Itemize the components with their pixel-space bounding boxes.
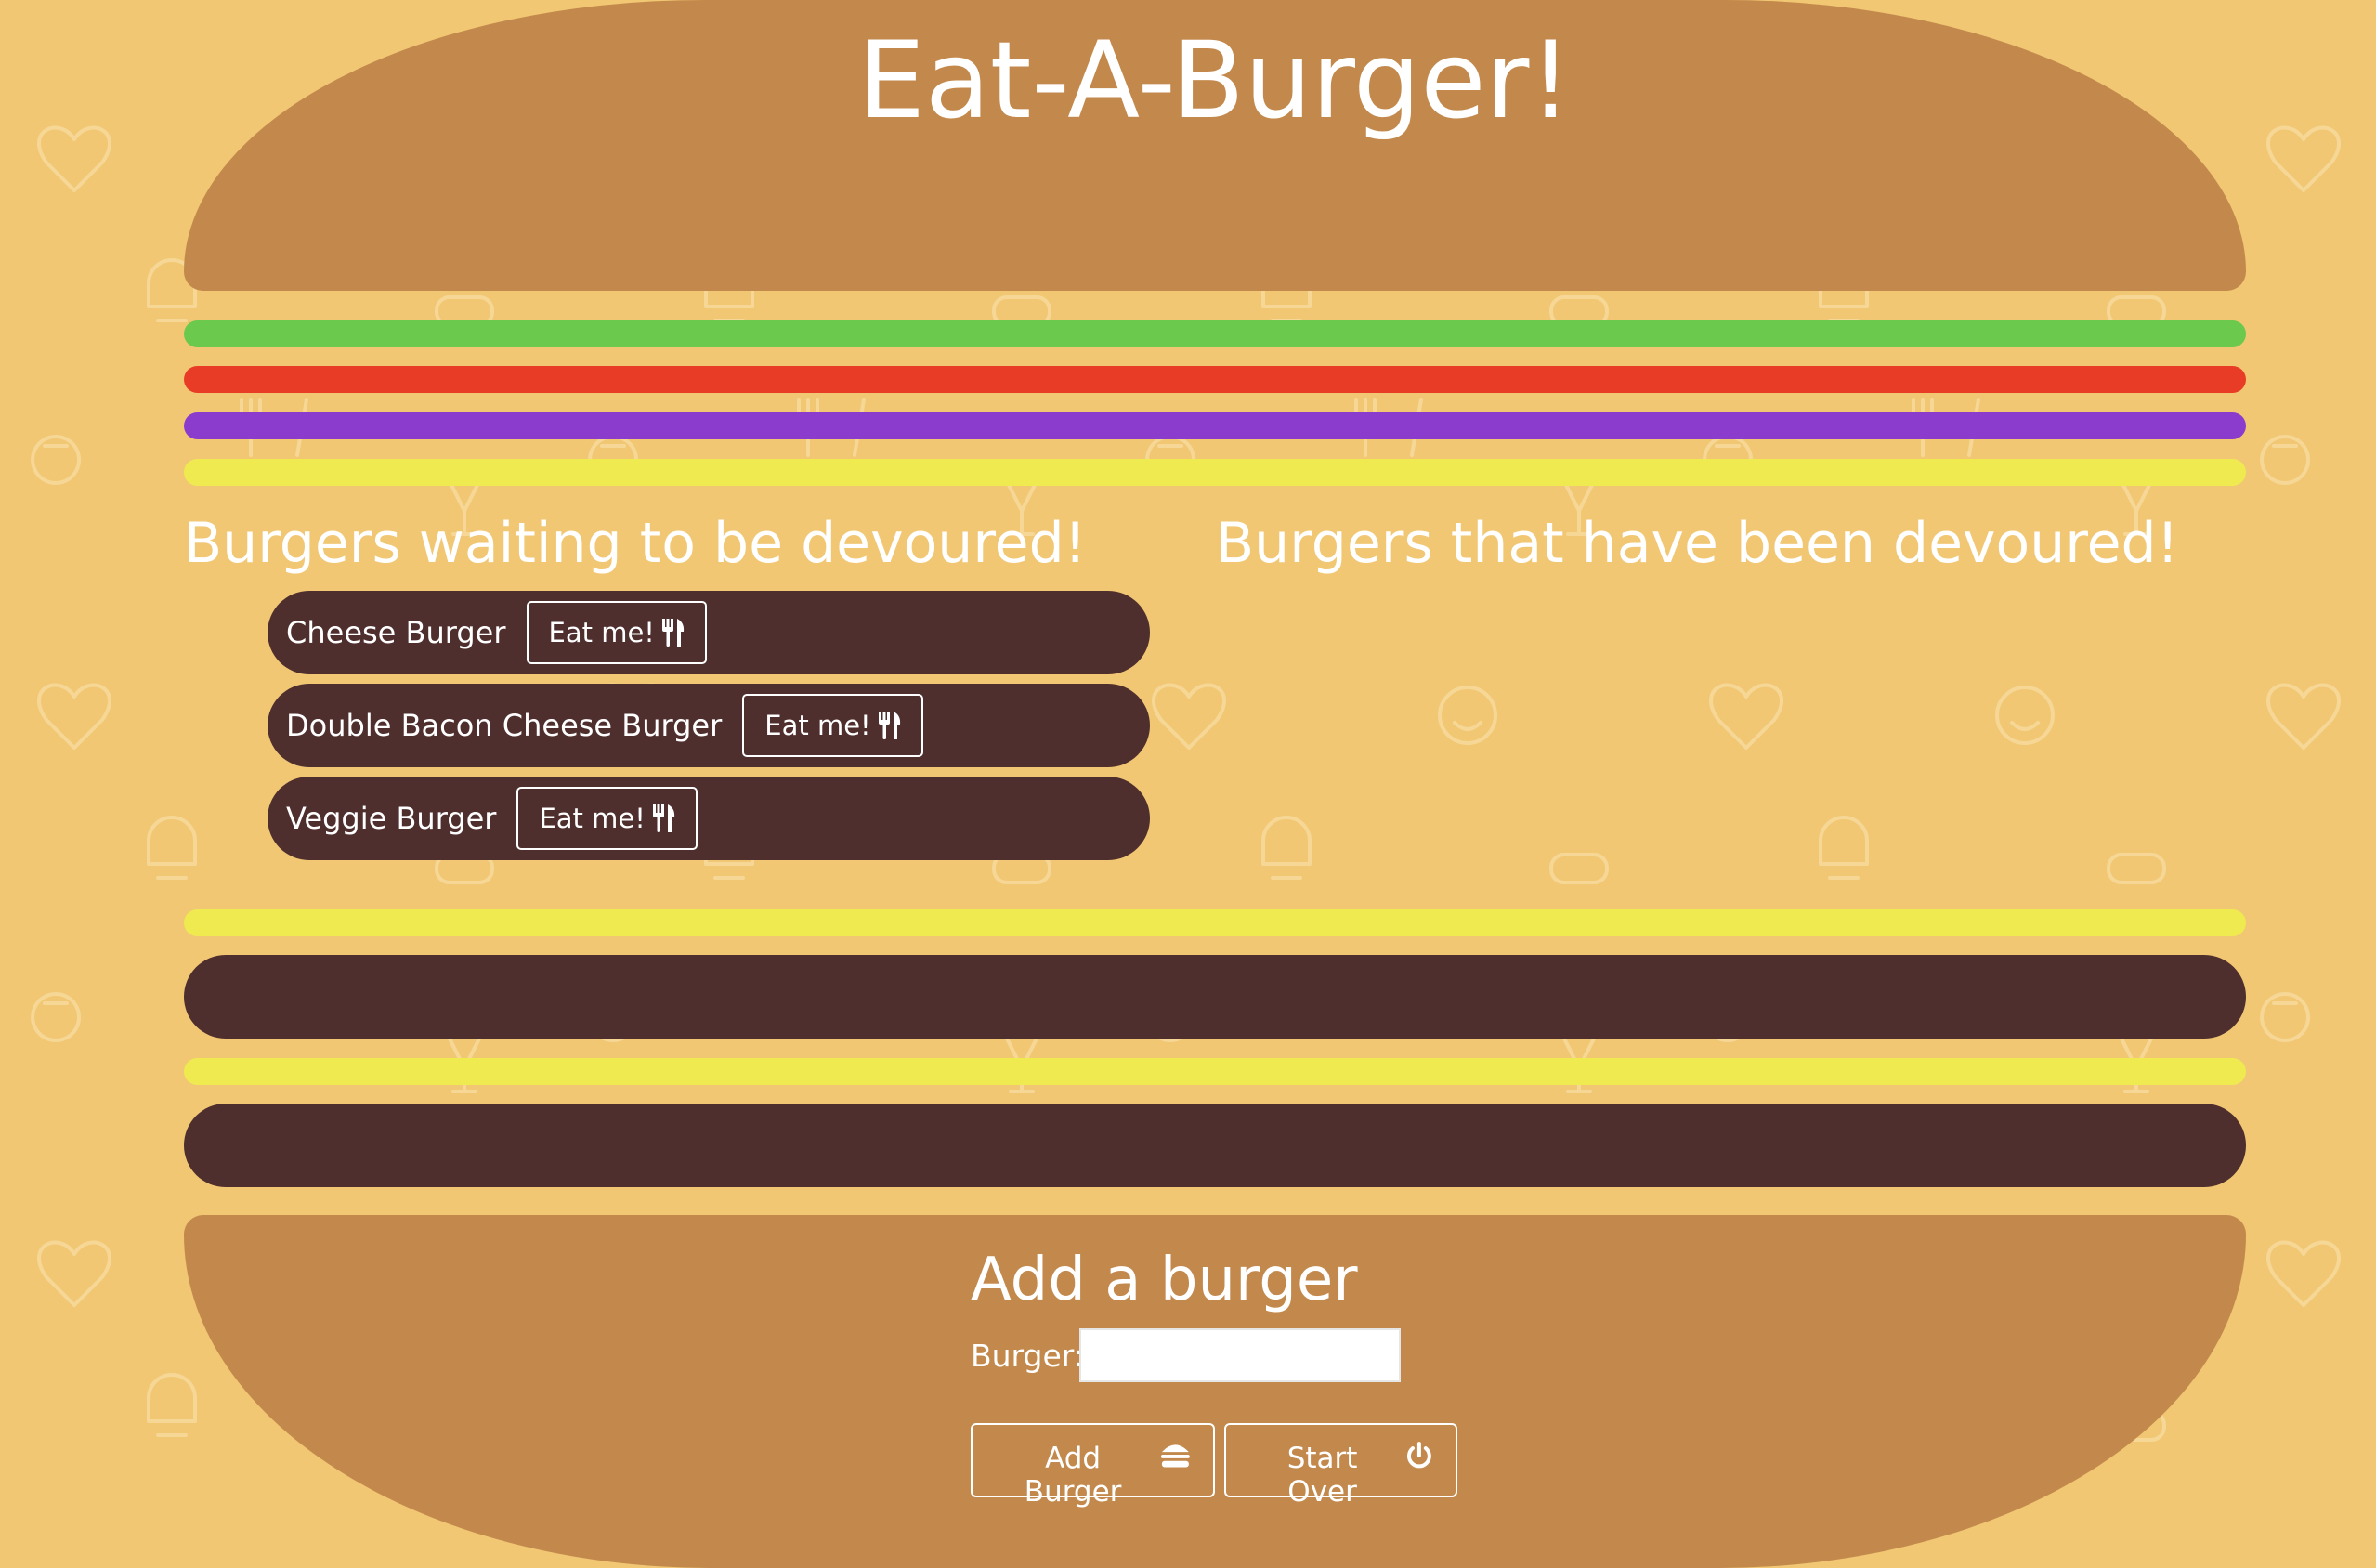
- utensils-icon: [878, 712, 900, 739]
- waiting-heading: Burgers waiting to be devoured!: [184, 511, 1087, 576]
- cheese-stripe: [184, 459, 2246, 486]
- lettuce-stripe: [184, 320, 2246, 347]
- burger-item: Double Bacon Cheese Burger Eat me!: [268, 684, 1150, 767]
- utensils-icon: [652, 804, 674, 832]
- burger-name: Double Bacon Cheese Burger: [286, 708, 723, 743]
- eat-me-label: Eat me!: [764, 710, 871, 741]
- eat-me-label: Eat me!: [548, 617, 655, 648]
- start-over-button[interactable]: Start Over: [1224, 1423, 1457, 1509]
- cheese-stripe: [184, 1058, 2246, 1085]
- burger-item: Veggie Burger Eat me!: [268, 777, 1150, 860]
- power-icon: [1407, 1442, 1431, 1469]
- start-over-label: Start Over: [1286, 1442, 1358, 1509]
- tomato-stripe: [184, 366, 2246, 393]
- eat-me-button[interactable]: Eat me!: [516, 787, 698, 850]
- burger-name: Cheese Burger: [286, 615, 506, 650]
- burger-name: Veggie Burger: [286, 801, 497, 836]
- patty: [184, 955, 2246, 1039]
- hamburger-icon: [1161, 1444, 1191, 1468]
- waiting-burger-list: Cheese Burger Eat me! Double Bacon Chees…: [268, 591, 1150, 869]
- cheese-stripe: [184, 909, 2246, 936]
- eat-me-button[interactable]: Eat me!: [526, 601, 707, 664]
- burger-input-label: Burger:: [971, 1338, 1084, 1374]
- burger-item: Cheese Burger Eat me!: [268, 591, 1150, 674]
- devoured-heading: Burgers that have been devoured!: [1216, 511, 2179, 576]
- burger-name-input[interactable]: [1079, 1328, 1401, 1382]
- add-burger-label: Add Burger: [1024, 1442, 1122, 1509]
- page-title: Eat-A-Burger!: [857, 19, 1573, 142]
- utensils-icon: [661, 619, 685, 647]
- patty: [184, 1104, 2246, 1187]
- eat-me-button[interactable]: Eat me!: [742, 694, 923, 757]
- add-burger-heading: Add a burger: [971, 1246, 1358, 1314]
- add-burger-button[interactable]: Add Burger: [971, 1423, 1215, 1509]
- onion-stripe: [184, 412, 2246, 439]
- eat-me-label: Eat me!: [539, 803, 646, 834]
